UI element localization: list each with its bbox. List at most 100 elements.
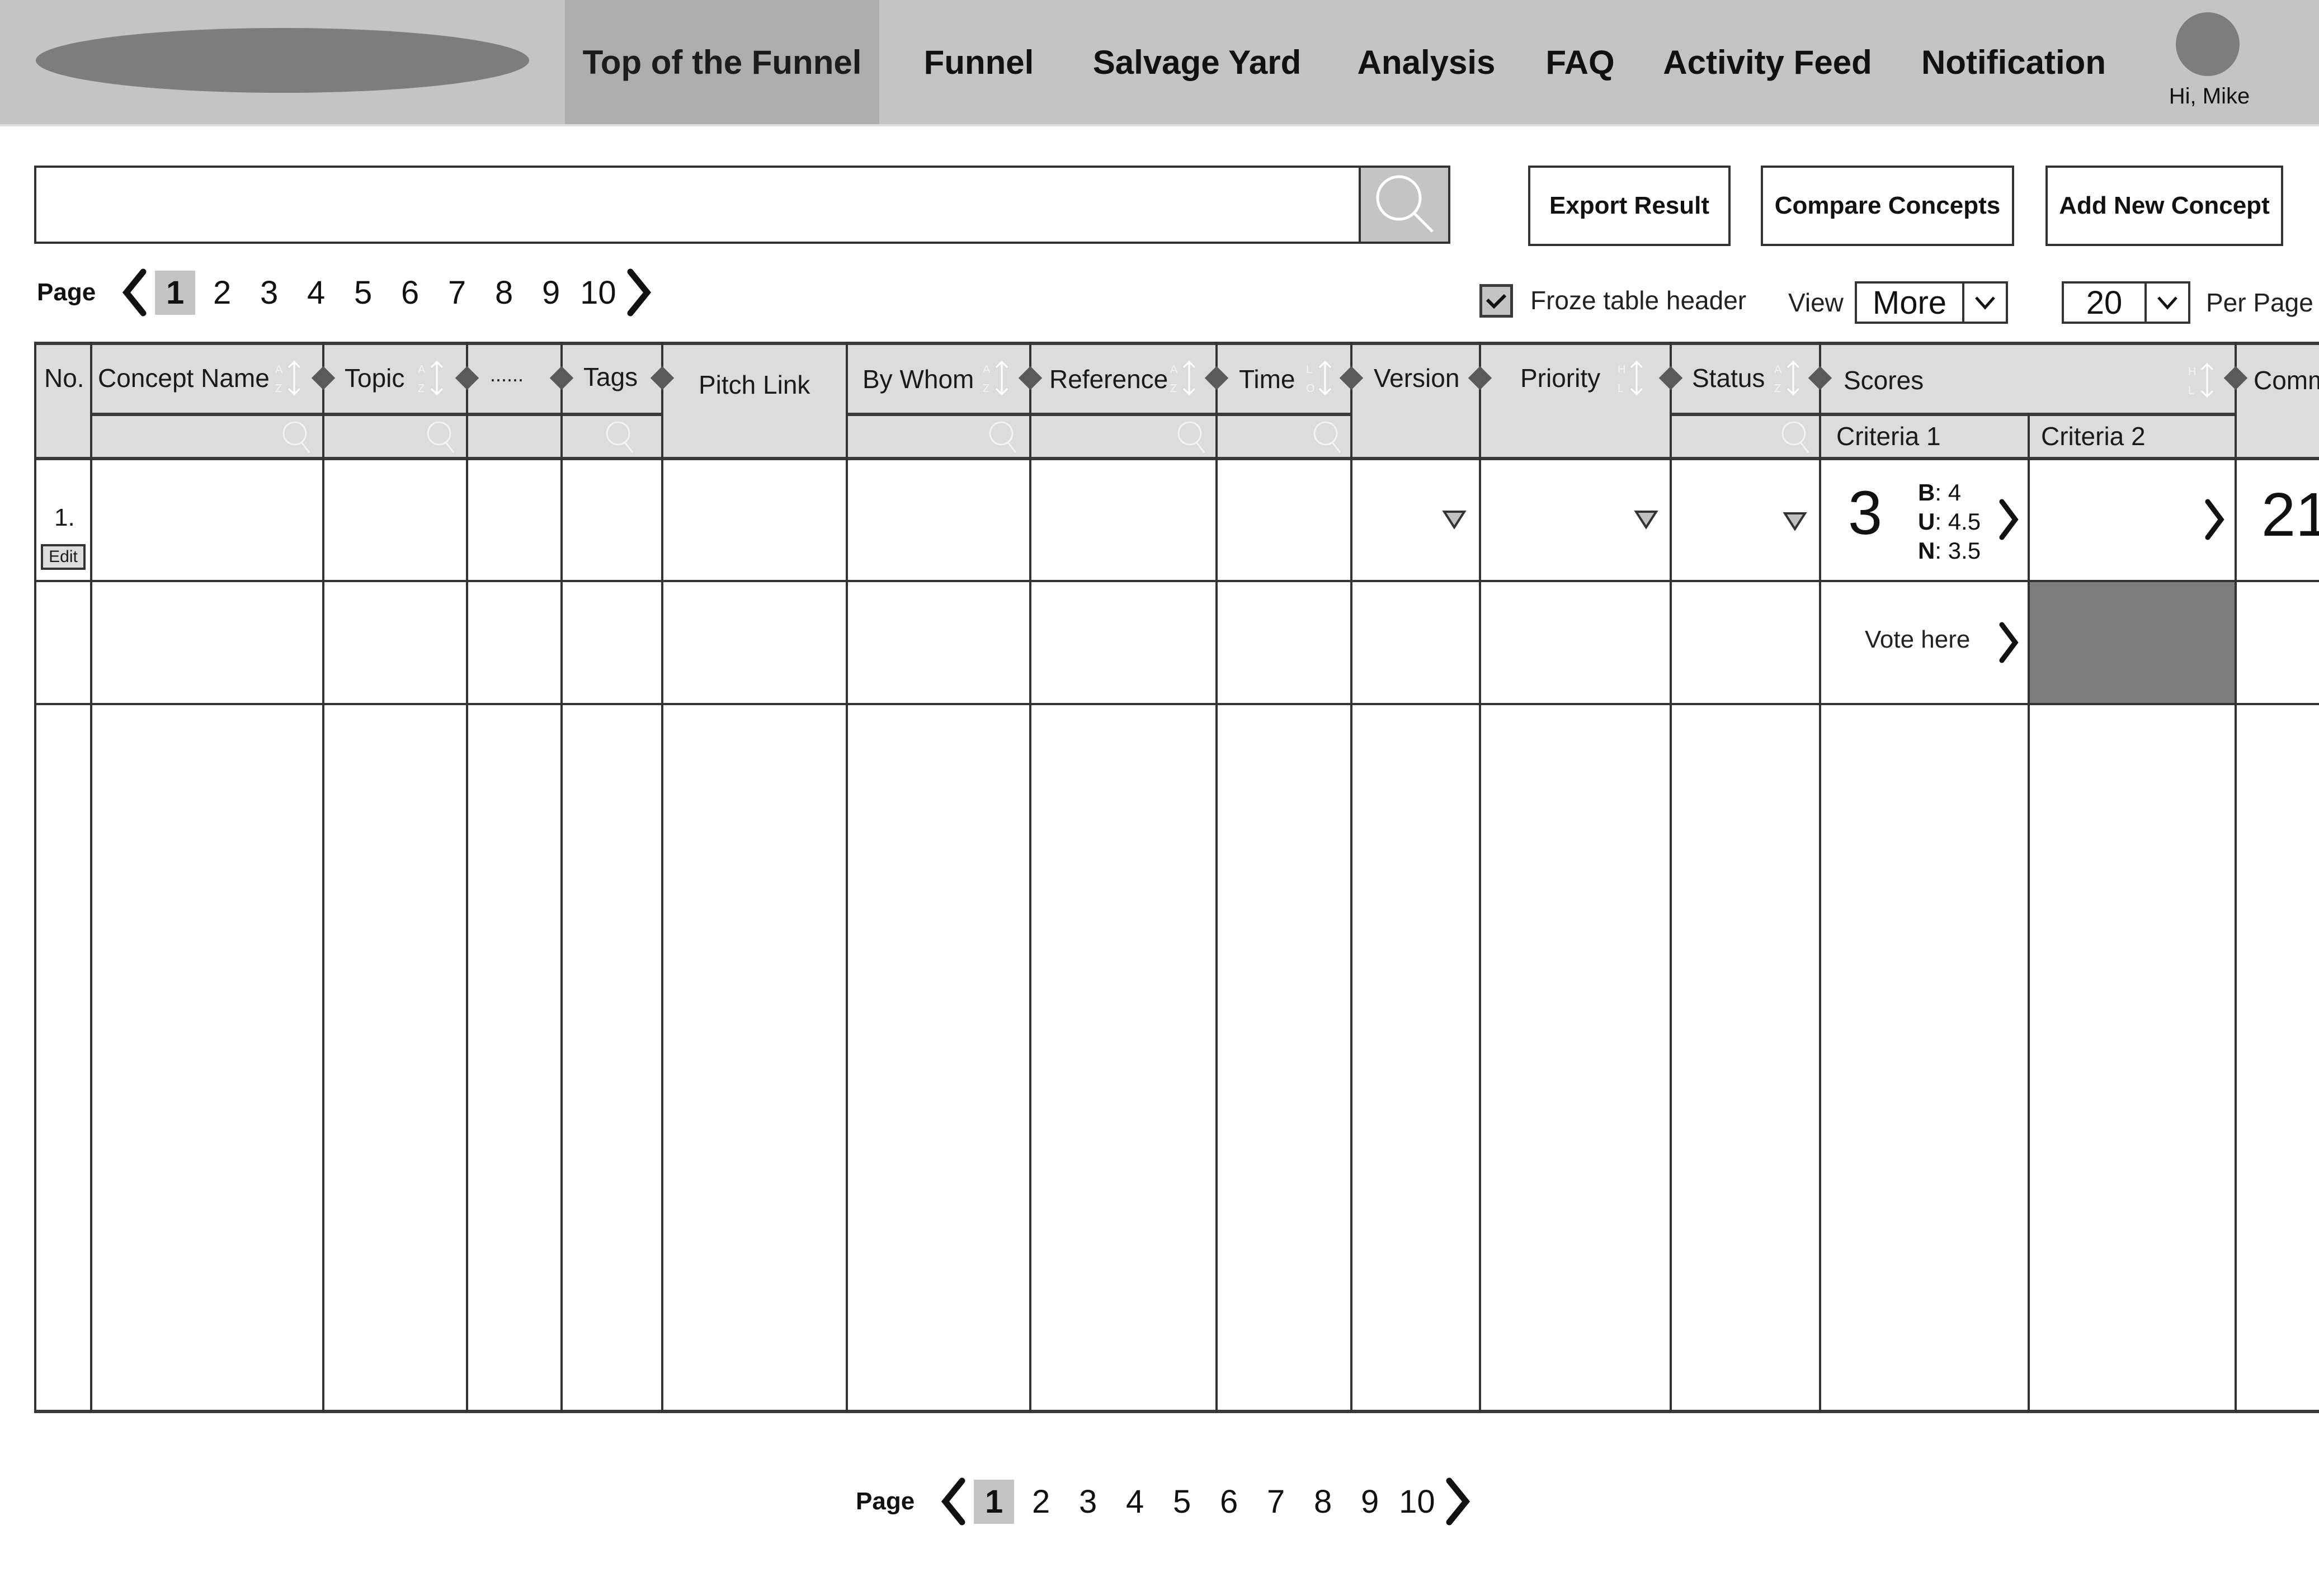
column-header-topic[interactable]: Topic [345, 358, 404, 398]
divider [34, 457, 2319, 460]
svg-text:L: L [1306, 363, 1312, 376]
filter-search-icon[interactable] [425, 417, 458, 456]
page-2[interactable]: 2 [202, 271, 242, 315]
export-result-button[interactable]: Export Result [1528, 166, 1731, 246]
b-label: B [1918, 479, 1935, 506]
search-button[interactable] [1359, 166, 1450, 244]
filter-search-icon[interactable] [1311, 417, 1345, 456]
svg-text:Z: Z [418, 383, 425, 395]
sort-high-low-icon[interactable]: HL [2185, 361, 2218, 400]
status-dropdown-icon[interactable] [1783, 511, 1807, 531]
nav-label: Funnel [923, 43, 1034, 81]
nav-tab-activity-feed[interactable]: Activity Feed [1661, 0, 1874, 124]
page-6[interactable]: 6 [390, 271, 430, 315]
sort-az-icon[interactable]: AZ [414, 358, 448, 398]
page-7[interactable]: 7 [1256, 1480, 1296, 1524]
sort-az-icon[interactable]: AZ [272, 358, 305, 398]
nav-tab-faq[interactable]: FAQ [1533, 0, 1628, 124]
page-10[interactable]: 10 [578, 271, 619, 315]
sort-az-icon[interactable]: AZ [1771, 358, 1804, 398]
page-3[interactable]: 3 [1068, 1480, 1108, 1524]
column-header-criteria-1: Criteria 1 [1836, 422, 1941, 451]
view-label: View [1788, 288, 1844, 317]
u-label: U [1918, 508, 1935, 535]
next-page-button[interactable] [1441, 1476, 1474, 1527]
page-9[interactable]: 9 [1350, 1480, 1390, 1524]
n-label: N [1918, 537, 1935, 564]
column-header-time[interactable]: Time [1239, 360, 1295, 399]
divider [1479, 342, 1481, 1412]
page-4[interactable]: 4 [1115, 1480, 1155, 1524]
page-9[interactable]: 9 [531, 271, 571, 315]
column-header-reference[interactable]: Reference [1049, 360, 1168, 399]
comments-count[interactable]: 21 [2261, 481, 2319, 549]
page-1[interactable]: 1 [155, 270, 196, 315]
page-7[interactable]: 7 [437, 271, 477, 315]
column-header-concept-name[interactable]: Concept Name [98, 358, 270, 398]
chevron-right-icon[interactable] [2203, 498, 2226, 541]
page-8[interactable]: 8 [484, 271, 524, 315]
chevron-right-icon[interactable] [1997, 621, 2020, 664]
prev-page-button[interactable] [937, 1476, 970, 1527]
edit-button[interactable]: Edit [41, 544, 86, 570]
sort-az-icon[interactable]: AZ [1167, 358, 1200, 398]
sort-latest-oldest-icon[interactable]: LO [1303, 358, 1336, 398]
page-1[interactable]: 1 [974, 1479, 1015, 1524]
next-page-button[interactable] [622, 267, 656, 318]
view-select[interactable]: More [1855, 281, 2008, 324]
nav-tab-salvage-yard[interactable]: Salvage Yard [1085, 0, 1309, 124]
chevron-right-icon[interactable] [1997, 498, 2020, 541]
nav-tab-notification[interactable]: Notification [1913, 0, 2114, 124]
page-8[interactable]: 8 [1303, 1480, 1343, 1524]
divider [34, 342, 2319, 345]
priority-dropdown-icon[interactable] [1634, 509, 1658, 530]
page-label: Page [37, 278, 96, 306]
compare-concepts-button[interactable]: Compare Concepts [1761, 166, 2014, 246]
checkmark-icon [1486, 294, 1507, 309]
avatar[interactable] [2176, 12, 2240, 76]
page-5[interactable]: 5 [343, 271, 383, 315]
sort-az-icon[interactable]: AZ [979, 358, 1013, 398]
svg-text:O: O [1306, 383, 1315, 395]
filter-search-icon[interactable] [604, 417, 637, 456]
chevron-right-icon [1446, 1477, 1470, 1526]
page-5[interactable]: 5 [1162, 1480, 1202, 1524]
u-value: 4.5 [1948, 508, 1981, 535]
nav-label: FAQ [1545, 43, 1615, 81]
add-new-concept-button[interactable]: Add New Concept [2045, 166, 2283, 246]
column-header-version: Version [1374, 363, 1460, 393]
filter-search-icon[interactable] [280, 417, 314, 456]
vote-here-link[interactable]: Vote here [1865, 626, 1970, 654]
page-10[interactable]: 10 [1397, 1480, 1437, 1524]
nav-tab-top-of-the-funnel[interactable]: Top of the Funnel [565, 0, 879, 124]
prev-page-button[interactable] [118, 267, 152, 318]
column-header-by-whom[interactable]: By Whom [862, 360, 974, 399]
page-2[interactable]: 2 [1021, 1480, 1061, 1524]
user-greeting: Hi, Mike [2169, 84, 2250, 108]
sort-high-low-icon[interactable]: HL [1614, 358, 1648, 398]
filter-search-icon[interactable] [987, 417, 1020, 456]
nav-tab-funnel[interactable]: Funnel [906, 0, 1052, 124]
version-dropdown-icon[interactable] [1442, 509, 1467, 530]
page-3[interactable]: 3 [249, 271, 289, 315]
logo[interactable] [36, 28, 529, 93]
b-value: 4 [1948, 479, 1962, 506]
svg-text:A: A [275, 363, 283, 376]
page-4[interactable]: 4 [296, 271, 336, 315]
per-page-select[interactable]: 20 [2062, 281, 2190, 324]
nav-label: Salvage Yard [1092, 43, 1302, 81]
filter-search-icon[interactable] [1175, 417, 1209, 456]
nav-tab-analysis[interactable]: Analysis [1348, 0, 1505, 124]
froze-header-checkbox[interactable] [1479, 284, 1513, 318]
column-header-status[interactable]: Status [1692, 358, 1765, 398]
page-6[interactable]: 6 [1209, 1480, 1249, 1524]
column-header-priority[interactable]: Priority [1520, 358, 1600, 398]
search-input[interactable] [34, 166, 1359, 244]
edit-label: Edit [49, 547, 78, 566]
svg-text:Z: Z [1170, 383, 1177, 395]
column-header-scores[interactable]: Scores [1844, 361, 1924, 400]
filter-search-icon[interactable] [1779, 417, 1813, 456]
divider [34, 1410, 2319, 1413]
divider [661, 342, 663, 1412]
svg-text:A: A [1774, 363, 1782, 376]
